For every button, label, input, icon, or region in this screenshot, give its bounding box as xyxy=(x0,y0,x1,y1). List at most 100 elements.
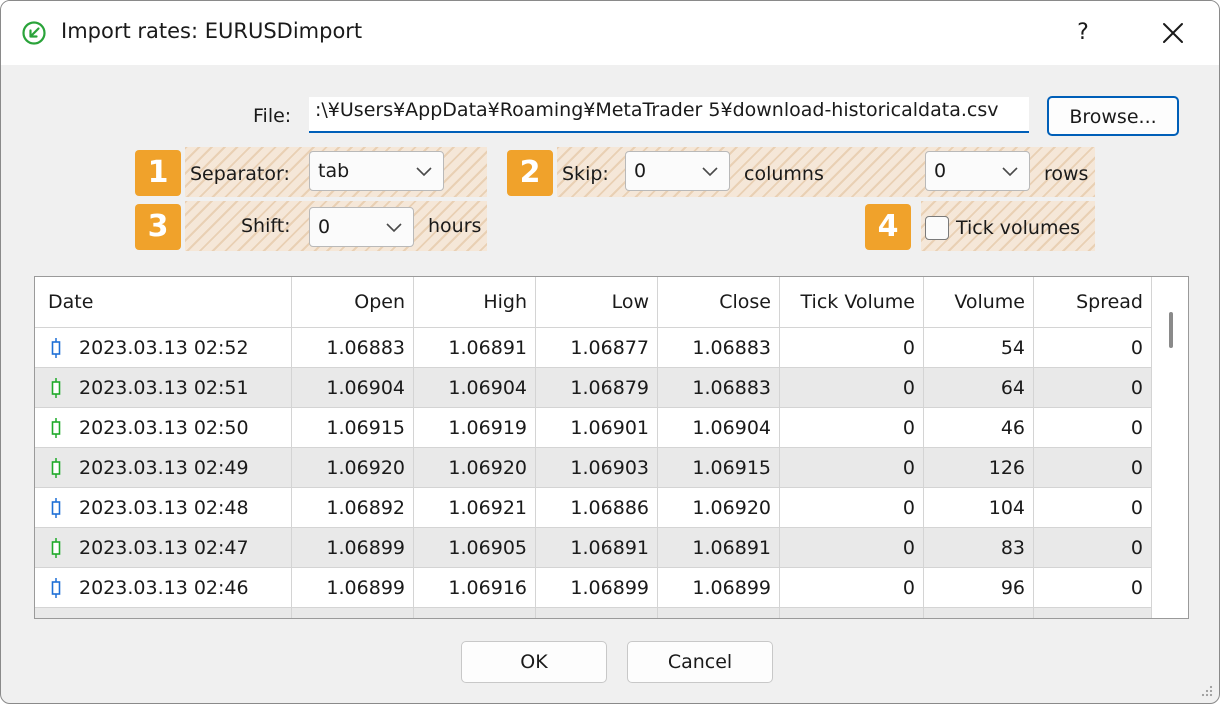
skip-columns-select[interactable]: 0 xyxy=(625,151,730,191)
tick-volumes-checkbox[interactable] xyxy=(925,216,949,240)
help-button[interactable]: ? xyxy=(1063,11,1103,55)
scrollbar-thumb[interactable] xyxy=(1169,312,1173,348)
cell-text: 64 xyxy=(1000,377,1025,399)
table-row[interactable]: 2023.03.13 02:52 1.06883 1.06891 1.06877 1.0… xyxy=(35,327,1152,367)
table-row[interactable]: 2023.03.13 02:46 1.06899 1.06916 1.06899 1.0… xyxy=(35,567,1152,607)
cell-text: 0 xyxy=(1130,337,1143,359)
vertical-scrollbar[interactable] xyxy=(1152,277,1188,618)
rates-table[interactable]: Date Open High Low Close Tick Volume Volume Spr… xyxy=(34,276,1189,619)
column-header-high[interactable]: High xyxy=(414,277,536,327)
column-header-low[interactable]: Low xyxy=(536,277,658,327)
skip-rows-select[interactable]: 0 xyxy=(925,151,1030,191)
separator-select[interactable]: tab xyxy=(309,151,444,191)
cell-text: 1.06904 xyxy=(448,377,527,399)
cell-text: 1.06919 xyxy=(448,417,527,439)
cell-spread: 0 xyxy=(1034,408,1152,447)
hours-label: hours xyxy=(428,215,482,237)
cell-volume: 54 xyxy=(924,328,1034,367)
cell-text: 1.06891 xyxy=(692,537,771,559)
cell-text: 2023.03.13 02:46 xyxy=(79,577,249,599)
cell-high: 1.06891 xyxy=(414,328,536,367)
cell-high: 1.06921 xyxy=(414,488,536,527)
table-row[interactable]: 2023.03.13 02:49 1.06920 1.06920 1.06903 1.0… xyxy=(35,447,1152,487)
cell-text: 2023.03.13 02:47 xyxy=(79,537,249,559)
cell-text: 1.06886 xyxy=(570,497,649,519)
candlestick-icon xyxy=(51,538,61,558)
table-row[interactable]: 2023.03.13 02:50 1.06915 1.06919 1.06901 1.0… xyxy=(35,407,1152,447)
cell-close: 1.06883 xyxy=(658,368,780,407)
separator-value: tab xyxy=(318,160,350,182)
columns-label: columns xyxy=(744,163,824,185)
cell-text: 0 xyxy=(902,417,915,439)
chevron-down-icon xyxy=(702,167,718,177)
file-path-value: :\¥Users¥AppData¥Roaming¥MetaTrader 5¥do… xyxy=(315,99,999,121)
cell-close: 1.06883 xyxy=(658,328,780,367)
column-header-date[interactable]: Date xyxy=(35,277,292,327)
cell-text: 1.06891 xyxy=(448,337,527,359)
table-row[interactable]: 2023.03.13 02:47 1.06899 1.06905 1.06891 1.0… xyxy=(35,527,1152,567)
cell-high: 1.06920 xyxy=(414,448,536,487)
table-row[interactable]: 2023.03.13 02:48 1.06892 1.06921 1.06886 1.0… xyxy=(35,487,1152,527)
cell-low: 1.06899 xyxy=(536,568,658,607)
ok-button[interactable]: OK xyxy=(461,641,607,683)
cancel-button[interactable]: Cancel xyxy=(627,641,773,683)
cell-high: 1.06916 xyxy=(414,568,536,607)
skip-rows-value: 0 xyxy=(934,160,947,182)
cell-low: 1.06886 xyxy=(536,488,658,527)
cell-text: 1.06883 xyxy=(692,377,771,399)
cell-volume: 96 xyxy=(924,568,1034,607)
badge-3: 3 xyxy=(135,204,181,250)
cell-volume: 83 xyxy=(924,528,1034,567)
rates-table-body: Date Open High Low Close Tick Volume Volume Spr… xyxy=(35,277,1152,618)
cell-text: 0 xyxy=(902,577,915,599)
column-header-tick-volume[interactable]: Tick Volume xyxy=(780,277,924,327)
cell-low: 1.06879 xyxy=(536,368,658,407)
column-header-spread[interactable]: Spread xyxy=(1034,277,1152,327)
shift-value: 0 xyxy=(318,216,331,238)
shift-select[interactable]: 0 xyxy=(309,207,414,247)
cell-date: 2023.03.13 02:49 xyxy=(35,448,292,487)
resize-grip-icon[interactable] xyxy=(1199,683,1213,697)
cell-text: 1.06899 xyxy=(570,577,649,599)
file-path-field[interactable]: :\¥Users¥AppData¥Roaming¥MetaTrader 5¥do… xyxy=(309,97,1029,133)
cell-open: 1.06899 xyxy=(292,568,414,607)
cell-open: 1.06899 xyxy=(292,528,414,567)
cell-text: 2023.03.13 02:50 xyxy=(79,417,249,439)
cell-spread: 0 xyxy=(1034,568,1152,607)
separator-label: Separator: xyxy=(190,163,290,185)
candlestick-icon xyxy=(51,578,61,598)
column-header-close[interactable]: Close xyxy=(658,277,780,327)
browse-button[interactable]: Browse... xyxy=(1047,96,1179,136)
close-icon[interactable] xyxy=(1153,11,1193,55)
column-header-open[interactable]: Open xyxy=(292,277,414,327)
cell-text: 1.06903 xyxy=(570,457,649,479)
cell-text: 1.06920 xyxy=(326,457,405,479)
cell-low: 1.06903 xyxy=(536,448,658,487)
column-header-volume[interactable]: Volume xyxy=(924,277,1034,327)
cell-volume: 46 xyxy=(924,408,1034,447)
table-row[interactable] xyxy=(35,607,1152,618)
cell-open: 1.06904 xyxy=(292,368,414,407)
chevron-down-icon xyxy=(1002,167,1018,177)
cell-close: 1.06891 xyxy=(658,528,780,567)
cell-high: 1.06905 xyxy=(414,528,536,567)
cell-text: 1.06920 xyxy=(692,497,771,519)
cell-text: 0 xyxy=(1130,537,1143,559)
cell-text: 0 xyxy=(902,497,915,519)
badge-4: 4 xyxy=(865,204,911,250)
table-row[interactable]: 2023.03.13 02:51 1.06904 1.06904 1.06879 1.0… xyxy=(35,367,1152,407)
cell-date: 2023.03.13 02:46 xyxy=(35,568,292,607)
cell-text: 1.06899 xyxy=(326,537,405,559)
cell-volume: 104 xyxy=(924,488,1034,527)
cell-spread: 0 xyxy=(1034,528,1152,567)
cell-text: 2023.03.13 02:52 xyxy=(79,337,249,359)
cell-text: 0 xyxy=(1130,577,1143,599)
cell-text: 1.06920 xyxy=(448,457,527,479)
cell-date: 2023.03.13 02:47 xyxy=(35,528,292,567)
cell-volume: 126 xyxy=(924,448,1034,487)
cell-tick-volume: 0 xyxy=(780,488,924,527)
cell-text: 1.06899 xyxy=(326,577,405,599)
cell-date: 2023.03.13 02:52 xyxy=(35,328,292,367)
tick-volumes-label[interactable]: Tick volumes xyxy=(956,217,1080,239)
cell-text: 96 xyxy=(1000,577,1025,599)
